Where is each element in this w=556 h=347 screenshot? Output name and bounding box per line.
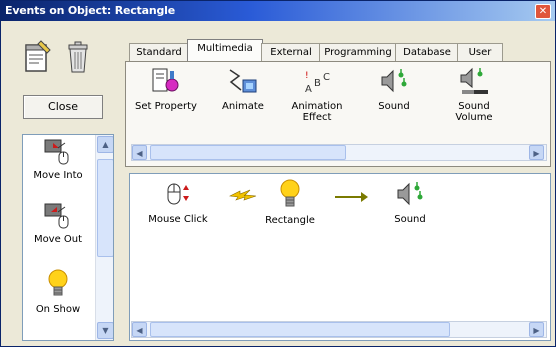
lightning-connector-icon xyxy=(228,184,258,209)
trash-icon[interactable] xyxy=(65,39,91,78)
sound-icon xyxy=(395,182,425,212)
scroll-left-icon[interactable]: ◀ xyxy=(132,322,147,337)
mouse-click-icon xyxy=(162,183,194,212)
flow-node-action[interactable]: Sound xyxy=(380,179,440,225)
on-show-icon xyxy=(47,269,69,302)
close-window-icon[interactable]: ✕ xyxy=(535,4,551,19)
scrollbar-thumb[interactable] xyxy=(150,145,346,160)
sound-volume-icon xyxy=(458,67,490,99)
set-property-icon xyxy=(151,68,181,99)
sound-icon xyxy=(379,69,409,99)
event-list-scrollbar[interactable]: ▲ ▼ xyxy=(95,135,113,340)
arrow-connector-icon xyxy=(333,191,369,206)
tab-programming[interactable]: Programming xyxy=(319,43,397,62)
palette-label: Sound xyxy=(378,101,410,112)
scroll-right-icon[interactable]: ▶ xyxy=(529,145,544,160)
flow-node-object[interactable]: Rectangle xyxy=(260,178,320,226)
scrollbar-thumb[interactable] xyxy=(97,159,113,257)
palette-label: Animation Effect xyxy=(291,101,343,123)
move-into-icon xyxy=(44,139,72,168)
animate-icon xyxy=(227,69,259,99)
list-item[interactable]: On Show xyxy=(23,269,93,315)
window-title: Events on Object: Rectangle xyxy=(5,4,175,17)
svg-text:A: A xyxy=(305,84,312,95)
events-dialog: Events on Object: Rectangle ✕ Close Move… xyxy=(0,0,556,347)
list-item[interactable]: Move Into xyxy=(23,139,93,181)
canvas-scrollbar[interactable]: ◀ ▶ xyxy=(131,321,547,338)
tab-multimedia[interactable]: Multimedia xyxy=(187,39,263,62)
palette-item-sound-volume[interactable]: Sound Volume xyxy=(444,66,504,123)
title-bar[interactable]: Events on Object: Rectangle ✕ xyxy=(1,1,555,21)
close-button[interactable]: Close xyxy=(23,95,103,119)
animation-effect-icon: ! A B C xyxy=(302,71,332,99)
scrollbar-thumb[interactable] xyxy=(150,322,450,337)
notepad-icon[interactable] xyxy=(23,39,53,78)
svg-text:B: B xyxy=(314,78,321,89)
flow-label: Sound xyxy=(394,214,426,225)
flow-label: Mouse Click xyxy=(148,214,208,225)
scroll-down-icon[interactable]: ▼ xyxy=(97,322,113,339)
palette-label: Sound Volume xyxy=(455,101,493,123)
scroll-right-icon[interactable]: ▶ xyxy=(529,322,544,337)
event-flow-canvas[interactable]: Mouse Click Rectangle Sound xyxy=(129,173,551,341)
svg-text:C: C xyxy=(323,72,330,83)
svg-text:!: ! xyxy=(305,71,309,81)
scroll-up-icon[interactable]: ▲ xyxy=(97,136,113,153)
event-label: On Show xyxy=(35,304,81,315)
palette-label: Set Property xyxy=(135,101,197,112)
list-item[interactable]: Move Out xyxy=(23,203,93,245)
palette-item-sound[interactable]: Sound xyxy=(366,66,422,112)
palette-scrollbar[interactable]: ◀ ▶ xyxy=(131,144,547,161)
tab-database[interactable]: Database xyxy=(395,43,459,62)
palette-item-animate[interactable]: Animate xyxy=(212,66,274,112)
tab-user[interactable]: User xyxy=(457,43,503,62)
scroll-left-icon[interactable]: ◀ xyxy=(132,145,147,160)
event-label: Move Out xyxy=(33,234,83,245)
flow-node-trigger[interactable]: Mouse Click xyxy=(148,179,208,225)
palette-item-set-property[interactable]: Set Property xyxy=(128,66,204,112)
palette-label: Animate xyxy=(222,101,264,112)
move-out-icon xyxy=(44,203,72,232)
event-list[interactable]: Move Into Move Out On Show ▲ ▼ xyxy=(22,134,114,341)
tab-external[interactable]: External xyxy=(261,43,321,62)
tab-standard[interactable]: Standard xyxy=(129,43,189,62)
flow-label: Rectangle xyxy=(265,215,315,226)
palette-item-animation-effect[interactable]: ! A B C Animation Effect xyxy=(276,66,358,123)
event-label: Move Into xyxy=(33,170,83,181)
lightbulb-icon xyxy=(279,179,301,213)
